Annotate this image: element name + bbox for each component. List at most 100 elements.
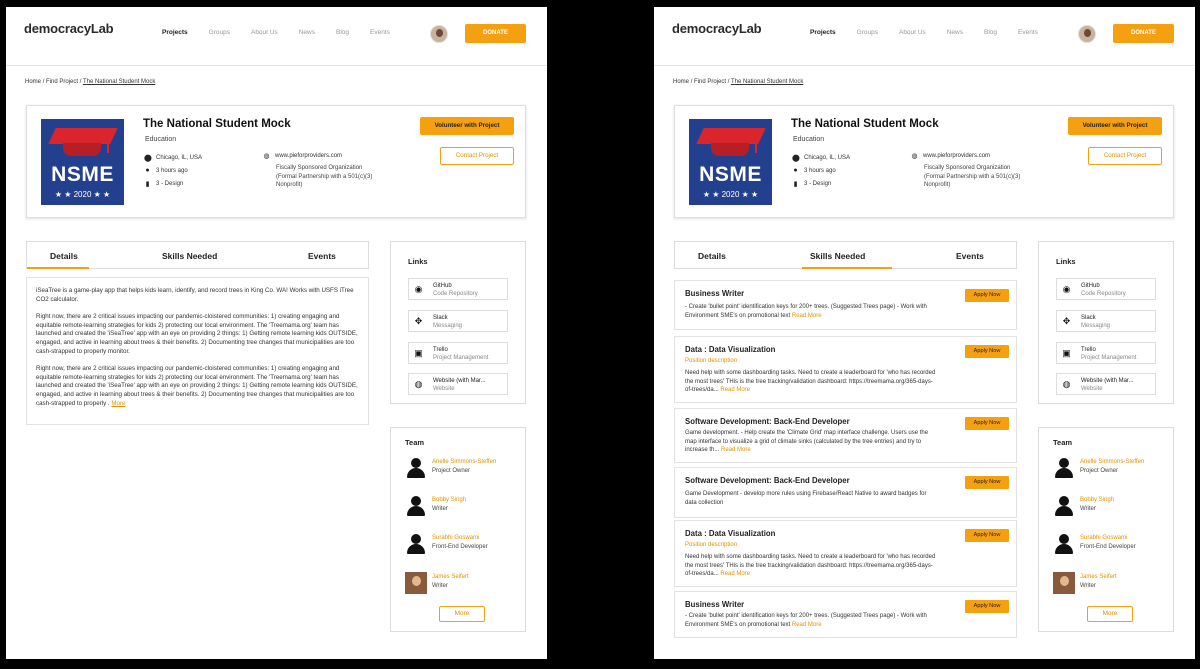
- project-org-type: Fiscally Sponsored Organization (Formal …: [924, 165, 1021, 188]
- project-header-card: NSME ★ ★ 2020 ★ ★ The National Student M…: [674, 105, 1174, 218]
- link-github[interactable]: ◉ GitHub Code Repository: [1056, 278, 1156, 300]
- project-website[interactable]: ◍ www.pieforproviders.com: [911, 152, 990, 160]
- apply-now-button[interactable]: Apply Now: [965, 345, 1009, 358]
- democracylab-logo[interactable]: democracyLab: [24, 21, 114, 36]
- slack-icon: ✥: [1062, 316, 1071, 326]
- nav-link-blog[interactable]: Blog: [336, 29, 349, 36]
- website-text[interactable]: www.pieforproviders.com: [923, 153, 990, 159]
- user-avatar[interactable]: [430, 25, 448, 43]
- nav-link-blog[interactable]: Blog: [984, 29, 997, 36]
- project-website[interactable]: ◍ www.pieforproviders.com: [263, 152, 342, 160]
- democracylab-logo[interactable]: democracyLab: [672, 21, 762, 36]
- nav-link-about[interactable]: About Us: [251, 29, 278, 36]
- member-name[interactable]: Surabhi Goswami: [1080, 535, 1127, 541]
- contact-project-button[interactable]: Contact Project: [440, 147, 514, 165]
- team-member[interactable]: Bobby Singh Writer: [405, 494, 520, 518]
- apply-now-button[interactable]: Apply Now: [965, 289, 1009, 302]
- tab-skills-needed[interactable]: Skills Needed: [162, 251, 217, 261]
- contact-project-button[interactable]: Contact Project: [1088, 147, 1162, 165]
- link-trello[interactable]: ▣ Trello Project Management: [1056, 342, 1156, 364]
- team-more-button[interactable]: More: [439, 606, 485, 622]
- cap-base: [711, 143, 749, 156]
- read-more-link[interactable]: Read More: [792, 622, 822, 628]
- link-website[interactable]: ◍ Website (with Mar... Website: [408, 373, 508, 395]
- breadcrumb-find-project[interactable]: Find Project: [694, 79, 726, 85]
- breadcrumb-home[interactable]: Home: [25, 79, 41, 85]
- member-name[interactable]: James Seifert: [1080, 574, 1117, 580]
- skill-title: Software Development: Back-End Developer: [685, 417, 850, 426]
- apply-now-button[interactable]: Apply Now: [965, 529, 1009, 542]
- person-icon: [1053, 533, 1075, 555]
- nav-link-projects[interactable]: Projects: [162, 29, 188, 36]
- breadcrumb-current[interactable]: The National Student Mock: [83, 79, 155, 85]
- apply-now-button[interactable]: Apply Now: [965, 600, 1009, 613]
- member-name[interactable]: Surabhi Goswami: [432, 535, 479, 541]
- link-slack[interactable]: ✥ Slack Messaging: [408, 310, 508, 332]
- link-website[interactable]: ◍ Website (with Mar... Website: [1056, 373, 1156, 395]
- member-name[interactable]: Bobby Singh: [1080, 497, 1114, 503]
- link-github[interactable]: ◉ GitHub Code Repository: [408, 278, 508, 300]
- team-member[interactable]: Surabhi Goswami Front-End Developer: [1053, 532, 1168, 556]
- team-title: Team: [405, 438, 425, 447]
- nav-link-events[interactable]: Events: [1018, 29, 1038, 36]
- skill-card: Business Writer - Create 'bullet point' …: [674, 280, 1017, 330]
- nav-link-news[interactable]: News: [299, 29, 315, 36]
- tab-events[interactable]: Events: [308, 251, 336, 261]
- link-type: Project Management: [433, 355, 489, 361]
- read-more-link[interactable]: Read More: [720, 571, 750, 577]
- nav-link-projects[interactable]: Projects: [810, 29, 836, 36]
- nav-link-news[interactable]: News: [947, 29, 963, 36]
- member-name[interactable]: Arielle Simmons-Steffen: [1080, 459, 1144, 465]
- donate-button[interactable]: DONATE: [465, 24, 526, 43]
- volunteer-button[interactable]: Volunteer with Project: [420, 117, 514, 135]
- skill-description: Need help with some dashboarding tasks. …: [685, 369, 937, 395]
- github-icon: ◉: [414, 284, 423, 294]
- links-card: Links ◉ GitHub Code Repository ✥ Slack Messa…: [1038, 241, 1174, 404]
- donate-button[interactable]: DONATE: [1113, 24, 1174, 43]
- project-location: ⬤ Chicago, IL, USA: [144, 154, 202, 162]
- read-more-link[interactable]: Read More: [720, 387, 750, 393]
- github-icon: ◉: [1062, 284, 1071, 294]
- link-slack[interactable]: ✥ Slack Messaging: [1056, 310, 1156, 332]
- panel-skills-view: democracyLab Projects Groups About Us Ne…: [654, 7, 1195, 659]
- tab-details[interactable]: Details: [50, 251, 78, 261]
- position-description-link[interactable]: Position description: [685, 542, 737, 548]
- breadcrumb-current[interactable]: The National Student Mock: [731, 79, 803, 85]
- apply-now-button[interactable]: Apply Now: [965, 417, 1009, 430]
- nav-link-events[interactable]: Events: [370, 29, 390, 36]
- breadcrumb-home[interactable]: Home: [673, 79, 689, 85]
- link-trello[interactable]: ▣ Trello Project Management: [408, 342, 508, 364]
- read-more-link[interactable]: Read More: [721, 447, 751, 453]
- stage-text: 3 - Design: [804, 181, 832, 187]
- nav-link-groups[interactable]: Groups: [857, 29, 878, 36]
- position-description-link[interactable]: Position description: [685, 358, 737, 364]
- tab-events[interactable]: Events: [956, 251, 984, 261]
- member-name[interactable]: Bobby Singh: [432, 497, 466, 503]
- team-member[interactable]: James Seifert Writer: [1053, 571, 1168, 595]
- project-image: NSME ★ ★ 2020 ★ ★: [689, 119, 772, 205]
- volunteer-button[interactable]: Volunteer with Project: [1068, 117, 1162, 135]
- member-name[interactable]: James Seifert: [432, 574, 469, 580]
- details-more-link[interactable]: More: [111, 400, 125, 407]
- member-name[interactable]: Arielle Simmons-Steffen: [432, 459, 496, 465]
- user-avatar[interactable]: [1078, 25, 1096, 43]
- team-member[interactable]: Arielle Simmons-Steffen Project Owner: [1053, 456, 1168, 480]
- nav-link-groups[interactable]: Groups: [209, 29, 230, 36]
- clock-icon: ●: [793, 167, 798, 174]
- team-more-button[interactable]: More: [1087, 606, 1133, 622]
- person-icon: [1053, 457, 1075, 479]
- website-text[interactable]: www.pieforproviders.com: [275, 153, 342, 159]
- team-member[interactable]: Arielle Simmons-Steffen Project Owner: [405, 456, 520, 480]
- apply-now-button[interactable]: Apply Now: [965, 476, 1009, 489]
- nav-divider: [654, 65, 1195, 66]
- location-pin-icon: ⬤: [144, 155, 152, 162]
- project-location: ⬤ Chicago, IL, USA: [792, 154, 850, 162]
- team-member[interactable]: Bobby Singh Writer: [1053, 494, 1168, 518]
- breadcrumb-find-project[interactable]: Find Project: [46, 79, 78, 85]
- team-member[interactable]: James Seifert Writer: [405, 571, 520, 595]
- nav-link-about[interactable]: About Us: [899, 29, 926, 36]
- tab-skills-needed[interactable]: Skills Needed: [810, 251, 865, 261]
- team-member[interactable]: Surabhi Goswami Front-End Developer: [405, 532, 520, 556]
- tab-details[interactable]: Details: [698, 251, 726, 261]
- read-more-link[interactable]: Read More: [792, 313, 822, 319]
